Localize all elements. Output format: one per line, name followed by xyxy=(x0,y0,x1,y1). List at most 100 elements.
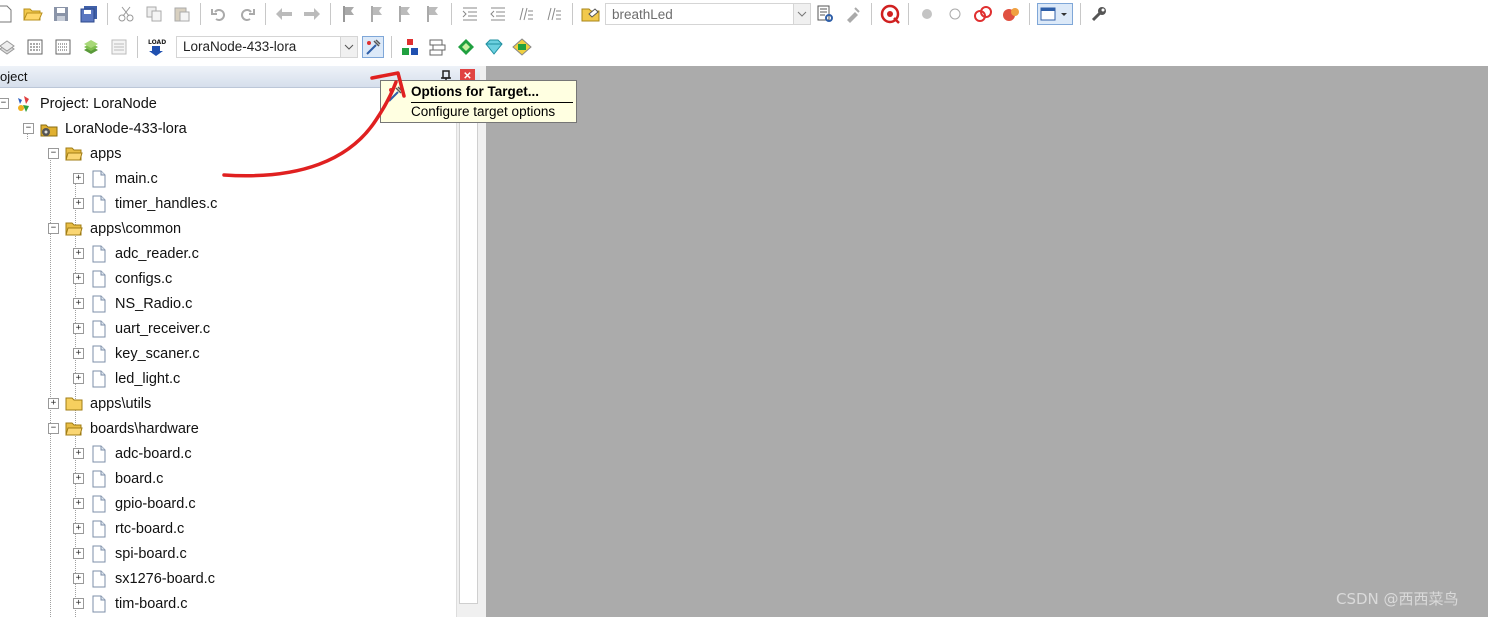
expand-icon[interactable]: + xyxy=(73,473,84,484)
undo-icon[interactable] xyxy=(208,3,230,25)
copy-icon[interactable] xyxy=(143,3,165,25)
tree-item-label: NS_Radio.c xyxy=(115,295,193,312)
tree-item-project[interactable]: − Project: LoraNode xyxy=(0,91,157,116)
stop-build-icon[interactable] xyxy=(108,36,130,58)
options-for-target-icon[interactable] xyxy=(362,35,384,58)
new-file-icon[interactable] xyxy=(0,3,16,25)
expand-icon[interactable]: + xyxy=(73,323,84,334)
expand-icon[interactable]: + xyxy=(73,273,84,284)
kill-breakpoints-icon[interactable] xyxy=(1000,3,1022,25)
tooltip-description: Configure target options xyxy=(411,104,556,119)
collapse-icon[interactable]: − xyxy=(23,123,34,134)
tree-item-file[interactable]: + spi-board.c xyxy=(73,541,187,566)
translate-icon[interactable] xyxy=(0,36,18,58)
paste-icon[interactable] xyxy=(171,3,193,25)
expand-icon[interactable]: + xyxy=(73,298,84,309)
tree-item-file[interactable]: + rtc-board.c xyxy=(73,516,184,541)
insert-breakpoint-icon[interactable] xyxy=(916,3,938,25)
configure-wrench-icon[interactable] xyxy=(1088,3,1110,25)
previous-bookmark-icon[interactable] xyxy=(366,3,388,25)
build-toolbar: LOAD LoraNode-433-lora xyxy=(0,29,1488,64)
tree-item-folder-open[interactable]: − apps\common xyxy=(48,216,181,241)
file-extensions-icon[interactable] xyxy=(427,36,449,58)
tree-item-file[interactable]: + uart_receiver.c xyxy=(73,316,210,341)
run-time-environment-icon[interactable] xyxy=(511,36,533,58)
tree-item-target[interactable]: − LoraNode-433-lora xyxy=(23,116,187,141)
tree-item-folder[interactable]: + apps\utils xyxy=(48,391,151,416)
pack-installer-icon[interactable] xyxy=(483,36,505,58)
tree-item-label: gpio-board.c xyxy=(115,495,196,512)
chevron-down-icon[interactable] xyxy=(793,4,810,24)
debug-session-icon[interactable] xyxy=(879,3,901,25)
tree-item-label: spi-board.c xyxy=(115,545,187,562)
unindent-icon[interactable] xyxy=(487,3,509,25)
tree-item-file[interactable]: + timer_handles.c xyxy=(73,191,217,216)
scrollbar-thumb[interactable] xyxy=(459,90,478,604)
manage-components-icon[interactable] xyxy=(399,36,421,58)
tree-item-file[interactable]: + sx1276-board.c xyxy=(73,566,215,591)
build-icon[interactable] xyxy=(24,36,46,58)
enable-breakpoint-icon[interactable] xyxy=(944,3,966,25)
tree-item-file[interactable]: + tim-board.c xyxy=(73,591,188,616)
navigate-back-icon[interactable] xyxy=(273,3,295,25)
next-bookmark-icon[interactable] xyxy=(394,3,416,25)
tree-item-file[interactable]: + main.c xyxy=(73,166,158,191)
disable-breakpoints-icon[interactable] xyxy=(972,3,994,25)
navigate-forward-icon[interactable] xyxy=(301,3,323,25)
tree-item-label: main.c xyxy=(115,170,158,187)
target-select-value: LoraNode-433-lora xyxy=(183,39,297,54)
redo-icon[interactable] xyxy=(236,3,258,25)
expand-icon[interactable]: + xyxy=(73,173,84,184)
expand-icon[interactable]: + xyxy=(73,198,84,209)
save-all-icon[interactable] xyxy=(78,3,100,25)
insert-bookmark-icon[interactable] xyxy=(338,3,360,25)
incremental-find-icon[interactable] xyxy=(842,3,864,25)
tree-item-file[interactable]: + led_light.c xyxy=(73,366,180,391)
tree-item-file[interactable]: + adc_reader.c xyxy=(73,241,199,266)
window-layout-icon[interactable] xyxy=(1037,3,1073,25)
chevron-down-icon[interactable] xyxy=(340,36,357,57)
file-icon xyxy=(90,595,108,613)
tree-item-file[interactable]: + configs.c xyxy=(73,266,172,291)
tree-item-file[interactable]: + adc-board.c xyxy=(73,441,192,466)
tree-item-folder-open[interactable]: − boards\hardware xyxy=(48,416,199,441)
clear-bookmarks-icon[interactable] xyxy=(422,3,444,25)
indent-icon[interactable] xyxy=(459,3,481,25)
expand-icon[interactable]: + xyxy=(73,498,84,509)
select-packs-icon[interactable] xyxy=(455,36,477,58)
cut-icon[interactable] xyxy=(115,3,137,25)
expand-icon[interactable]: + xyxy=(73,523,84,534)
file-icon xyxy=(90,270,108,288)
tree-item-file[interactable]: + key_scaner.c xyxy=(73,341,200,366)
expand-icon[interactable]: + xyxy=(73,598,84,609)
open-file-icon[interactable] xyxy=(22,3,44,25)
expand-icon[interactable]: + xyxy=(73,373,84,384)
collapse-icon[interactable]: − xyxy=(0,98,9,109)
find-combo[interactable]: breathLed xyxy=(605,3,811,25)
find-icon[interactable] xyxy=(814,3,836,25)
tree-item-file[interactable]: + board.c xyxy=(73,466,163,491)
collapse-icon[interactable]: − xyxy=(48,423,59,434)
collapse-icon[interactable]: − xyxy=(48,148,59,159)
expand-icon[interactable]: + xyxy=(73,573,84,584)
tooltip-title: Options for Target... xyxy=(411,84,539,99)
toolbar-separator xyxy=(265,3,266,25)
uncomment-icon[interactable] xyxy=(543,3,565,25)
batch-build-icon[interactable] xyxy=(80,36,102,58)
collapse-icon[interactable]: − xyxy=(48,223,59,234)
tree-item-folder-open[interactable]: − apps xyxy=(48,141,121,166)
expand-icon[interactable]: + xyxy=(73,348,84,359)
download-load-icon[interactable]: LOAD xyxy=(145,36,167,58)
expand-icon[interactable]: + xyxy=(73,548,84,559)
tree-item-file[interactable]: + NS_Radio.c xyxy=(73,291,192,316)
find-in-files-icon[interactable] xyxy=(580,3,602,25)
expand-icon[interactable]: + xyxy=(73,448,84,459)
expand-icon[interactable]: + xyxy=(48,398,59,409)
tree-item-file[interactable]: + gpio-board.c xyxy=(73,491,196,516)
target-select[interactable]: LoraNode-433-lora xyxy=(176,35,358,58)
toolbar-separator xyxy=(107,3,108,25)
comment-icon[interactable] xyxy=(515,3,537,25)
save-icon[interactable] xyxy=(50,3,72,25)
expand-icon[interactable]: + xyxy=(73,248,84,259)
rebuild-icon[interactable] xyxy=(52,36,74,58)
